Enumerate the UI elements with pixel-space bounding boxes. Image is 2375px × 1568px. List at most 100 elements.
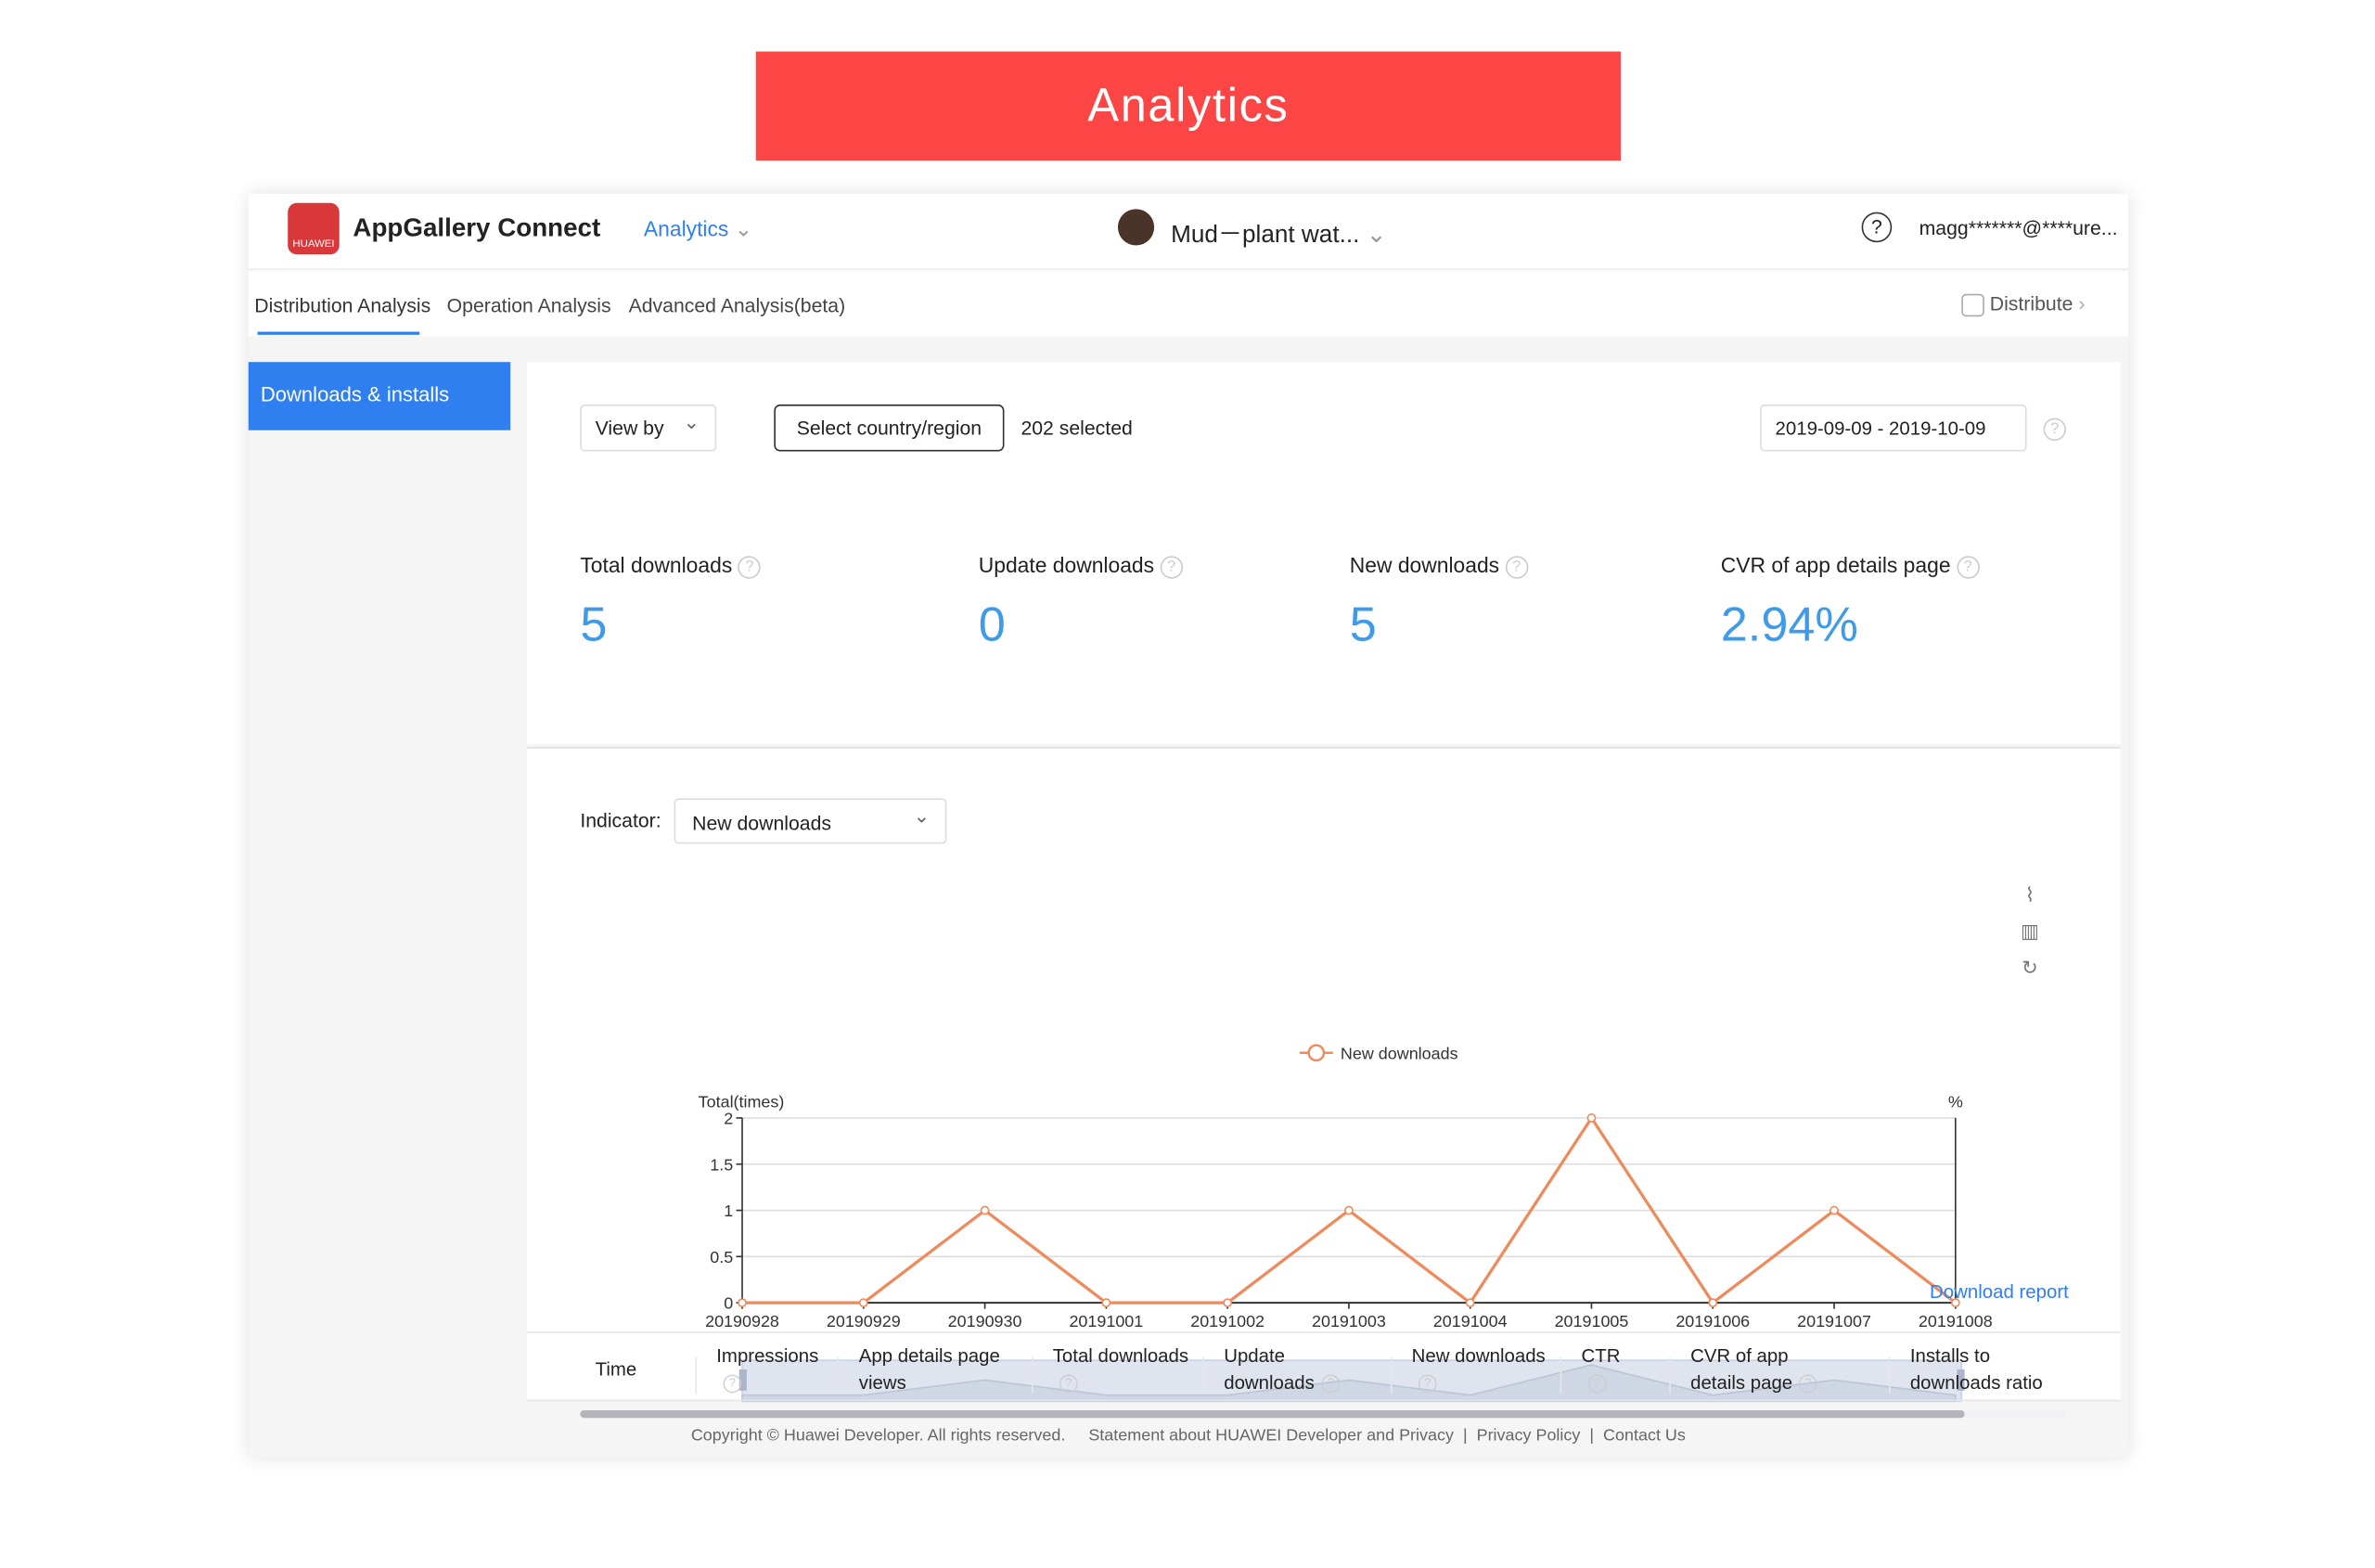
help-icon[interactable]: ? (738, 555, 762, 579)
help-icon[interactable]: ? (1160, 555, 1183, 579)
data-point (1223, 1298, 1233, 1308)
indicator-label: Indicator: (580, 808, 661, 832)
help-icon[interactable]: ? (1059, 1375, 1078, 1394)
view-by-dropdown[interactable]: View by ⌄ (580, 404, 717, 452)
column-header: Total downloads? (1053, 1343, 1189, 1397)
metric-cvr-label: CVR of app details page ? (1721, 553, 1980, 579)
app-window: HUAWEI AppGallery Connect Analytics ⌄ Mu… (248, 193, 2128, 1458)
y-tick-label: 2 (724, 1109, 733, 1127)
distribute-button[interactable]: Distribute › (1961, 292, 2086, 317)
data-point (1465, 1298, 1475, 1308)
download-report-link[interactable]: Download report (1930, 1281, 2069, 1303)
help-icon[interactable]: ? (723, 1375, 742, 1394)
column-header: Installs to downloads ratio (1909, 1344, 2043, 1394)
column-divider (695, 1356, 698, 1394)
x-tick-label: 20190929 (827, 1312, 901, 1330)
chevron-down-icon: ⌄ (913, 803, 931, 828)
banner-title: Analytics (1087, 78, 1290, 133)
logo-text: HUAWEI (292, 238, 335, 251)
metric-total-downloads-value: 5 (580, 597, 608, 652)
sidebar-item-label: Downloads & installs (260, 383, 450, 406)
chevron-down-icon: ⌄ (734, 216, 752, 241)
tab-advanced-analysis[interactable]: Advanced Analysis(beta) (629, 294, 846, 316)
sidebar-item-downloads-installs[interactable]: Downloads & installs (248, 362, 511, 431)
column-header: Time (595, 1358, 637, 1381)
y-tick-label: 1 (724, 1202, 733, 1220)
x-tick-label: 20191002 (1190, 1312, 1265, 1330)
data-point (980, 1205, 990, 1215)
column-divider (1390, 1356, 1393, 1394)
data-point (1708, 1298, 1718, 1308)
column-header: Impressions? (716, 1343, 853, 1397)
metric-new-downloads-label: New downloads ? (1350, 553, 1528, 579)
select-country-button[interactable]: Select country/region (774, 404, 1005, 452)
help-icon[interactable]: ? (1587, 1375, 1607, 1394)
chart-toolbox: ⌇ ▥ ↻ (2021, 877, 2039, 986)
legend-label: New downloads (1341, 1044, 1458, 1062)
data-point (738, 1298, 747, 1308)
x-tick-label: 20191004 (1433, 1312, 1508, 1330)
copyright: Copyright © Huawei Developer. All rights… (690, 1427, 1066, 1446)
help-icon[interactable]: ? (1799, 1375, 1818, 1394)
date-range-picker[interactable]: 2019-09-09 - 2019-10-09 (1760, 404, 2027, 452)
data-point (858, 1298, 868, 1308)
help-icon[interactable]: ? (2043, 417, 2067, 443)
y-tick-label: 1.5 (710, 1155, 733, 1174)
data-point (1101, 1298, 1111, 1308)
column-header: App details page views (858, 1344, 1000, 1394)
y-tick-label: 0.5 (710, 1248, 733, 1266)
x-tick-label: 20191005 (1555, 1312, 1629, 1330)
restore-icon[interactable]: ↻ (2021, 950, 2039, 986)
app-icon (1117, 209, 1155, 246)
distribute-label: Distribute (1989, 292, 2073, 315)
view-by-label: View by (595, 416, 664, 440)
help-icon[interactable]: ? (1321, 1375, 1340, 1394)
metric-cvr-value: 2.94% (1720, 597, 1858, 652)
page-banner: Analytics (755, 51, 1621, 161)
data-point (1344, 1205, 1354, 1215)
y-axis-label: Total(times) (699, 1093, 785, 1112)
column-divider (1560, 1356, 1562, 1394)
x-tick-label: 20191003 (1312, 1312, 1386, 1330)
column-divider (1031, 1356, 1033, 1394)
x-tick-label: 20191008 (1919, 1312, 1993, 1330)
selected-count: 202 selected (1021, 416, 1133, 440)
brand-name: AppGallery Connect (353, 213, 601, 243)
column-divider (837, 1356, 840, 1394)
data-point (1829, 1205, 1839, 1215)
chevron-down-icon: ⌄ (1366, 223, 1387, 249)
top-header: HUAWEI AppGallery Connect Analytics ⌄ Mu… (248, 193, 2128, 270)
huawei-logo[interactable]: HUAWEI (288, 202, 340, 255)
metric-new-downloads-value: 5 (1349, 597, 1377, 652)
footer-link-privacy[interactable]: Privacy Policy (1477, 1427, 1581, 1446)
y2-axis-label: % (1948, 1093, 1963, 1112)
bar-chart-icon[interactable]: ▥ (2021, 914, 2039, 950)
help-icon[interactable]: ? (1956, 555, 1980, 579)
column-divider (1888, 1356, 1891, 1394)
tab-distribution-analysis[interactable]: Distribution Analysis (254, 294, 430, 316)
help-icon[interactable]: ? (1861, 212, 1893, 243)
help-icon[interactable]: ? (1419, 1375, 1437, 1394)
line-chart-icon[interactable]: ⌇ (2021, 877, 2039, 913)
column-divider (1202, 1356, 1204, 1394)
active-tab-indicator (257, 331, 420, 335)
x-tick-label: 20190928 (705, 1312, 779, 1330)
analytics-menu[interactable]: Analytics ⌄ (644, 216, 752, 242)
footer: Copyright © Huawei Developer. All rights… (690, 1427, 1686, 1446)
column-divider (1669, 1356, 1671, 1394)
scrollbar-thumb[interactable] (580, 1410, 1965, 1419)
x-tick-label: 20190930 (948, 1312, 1022, 1330)
metric-update-downloads-label: Update downloads ? (979, 553, 1183, 579)
footer-link-statement[interactable]: Statement about HUAWEI Developer and Pri… (1088, 1427, 1454, 1446)
app-selector[interactable]: Mud－plant wat... ⌄ (1171, 213, 1386, 250)
tab-bar: Distribution Analysis Operation Analysis… (248, 271, 2128, 337)
chevron-right-icon: › (2078, 292, 2086, 315)
tab-operation-analysis[interactable]: Operation Analysis (447, 294, 611, 316)
column-header: Update downloads? (1224, 1343, 1360, 1397)
y-tick-label: 0 (724, 1294, 733, 1313)
column-header: New downloads? (1412, 1343, 1548, 1397)
user-account[interactable]: magg*******@****ure... (1919, 216, 2118, 238)
metric-total-downloads-label: Total downloads ? (580, 553, 762, 579)
help-icon[interactable]: ? (1505, 555, 1528, 579)
footer-link-contact[interactable]: Contact Us (1603, 1427, 1686, 1446)
